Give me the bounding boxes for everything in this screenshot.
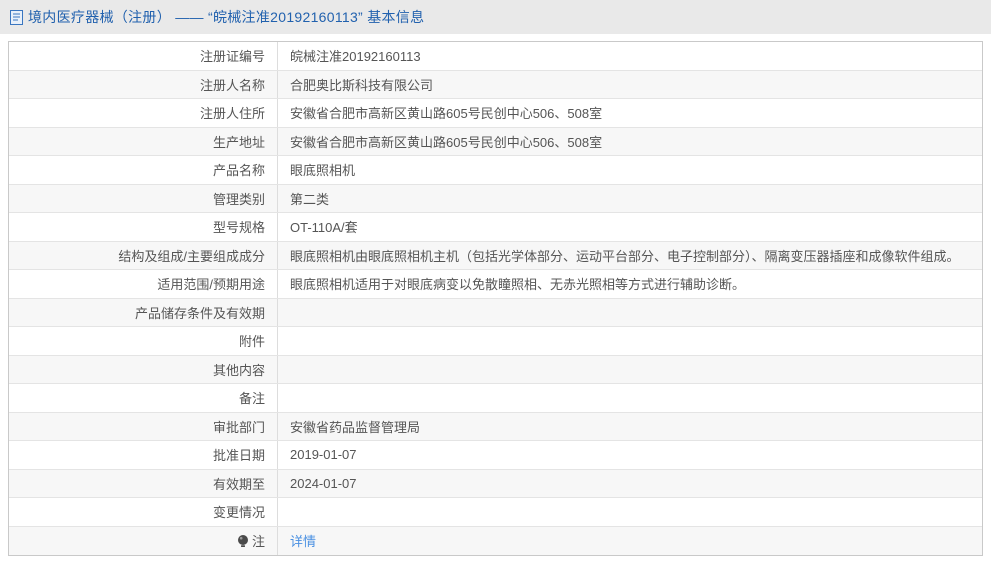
header-bar: 境内医疗器械（注册） —— “皖械注准20192160113” 基本信息 [0,0,991,34]
row-label: 产品名称 [9,156,278,184]
table-row: 生产地址 安徽省合肥市高新区黄山路605号民创中心506、508室 [9,127,982,156]
row-label: 型号规格 [9,213,278,241]
table-row: 注册证编号 皖械注准20192160113 [9,42,982,71]
row-label: 管理类别 [9,184,278,212]
row-value: 安徽省合肥市高新区黄山路605号民创中心506、508室 [290,134,603,150]
table-row: 附件 [9,327,982,356]
table-row: 备注 [9,384,982,413]
row-label: 附件 [9,327,278,355]
row-label: 变更情况 [9,498,278,526]
row-value: 眼底照相机 [290,163,356,179]
row-label: 注 [9,526,278,555]
row-value: 眼底照相机适用于对眼底病变以免散瞳照相、无赤光照相等方式进行辅助诊断。 [290,277,746,293]
row-value [278,327,982,355]
row-label: 产品储存条件及有效期 [9,298,278,326]
page-title: 境内医疗器械（注册） —— “皖械注准20192160113” 基本信息 [28,9,425,25]
row-value: OT-110A/套 [290,220,358,236]
row-value: 合肥奥比斯科技有限公司 [290,77,434,93]
row-value [278,356,982,384]
table-row: 管理类别 第二类 [9,184,982,213]
row-label: 结构及组成/主要组成成分 [9,241,278,269]
row-label: 适用范围/预期用途 [9,270,278,298]
row-value: 皖械注准20192160113 [290,49,421,65]
row-label: 批准日期 [9,441,278,469]
row-value [278,498,982,526]
table-row: 审批部门 安徽省药品监督管理局 [9,412,982,441]
row-label: 审批部门 [9,412,278,440]
note-label: 注 [251,534,265,550]
row-label: 注册证编号 [9,42,278,70]
table-row: 其他内容 [9,355,982,384]
bulb-icon [237,534,249,548]
row-value: 安徽省药品监督管理局 [290,419,421,435]
table-row: 注册人住所 安徽省合肥市高新区黄山路605号民创中心506、508室 [9,99,982,128]
row-value: 详情 [278,527,982,556]
table-row: 结构及组成/主要组成成分 眼底照相机由眼底照相机主机（包括光学体部分、运动平台部… [9,241,982,270]
table-row: 型号规格 OT-110A/套 [9,213,982,242]
table-row: 产品名称 眼底照相机 [9,156,982,185]
table-row: 有效期至 2024-01-07 [9,469,982,498]
row-label: 注册人住所 [9,99,278,127]
table-row-note: 注 详情 [9,526,982,556]
row-value [278,384,982,412]
table-row: 批准日期 2019-01-07 [9,441,982,470]
row-label: 有效期至 [9,469,278,497]
table-row: 适用范围/预期用途 眼底照相机适用于对眼底病变以免散瞳照相、无赤光照相等方式进行… [9,270,982,299]
registration-table: 注册证编号 皖械注准20192160113 注册人名称 合肥奥比斯科技有限公司 … [8,41,983,556]
row-value: 2024-01-07 [290,475,357,491]
detail-link[interactable]: 详情 [290,531,316,550]
row-label: 生产地址 [9,127,278,155]
table-row: 产品储存条件及有效期 [9,298,982,327]
row-value: 安徽省合肥市高新区黄山路605号民创中心506、508室 [290,106,603,122]
table-row: 注册人名称 合肥奥比斯科技有限公司 [9,70,982,99]
row-value: 第二类 [290,191,330,207]
row-label: 其他内容 [9,355,278,383]
table-row: 变更情况 [9,498,982,527]
row-value: 眼底照相机由眼底照相机主机（包括光学体部分、运动平台部分、电子控制部分）、隔离变… [290,248,960,264]
row-label: 备注 [9,384,278,412]
row-value: 2019-01-07 [290,447,357,463]
row-value [278,299,982,327]
document-icon [10,10,23,25]
row-label: 注册人名称 [9,70,278,98]
